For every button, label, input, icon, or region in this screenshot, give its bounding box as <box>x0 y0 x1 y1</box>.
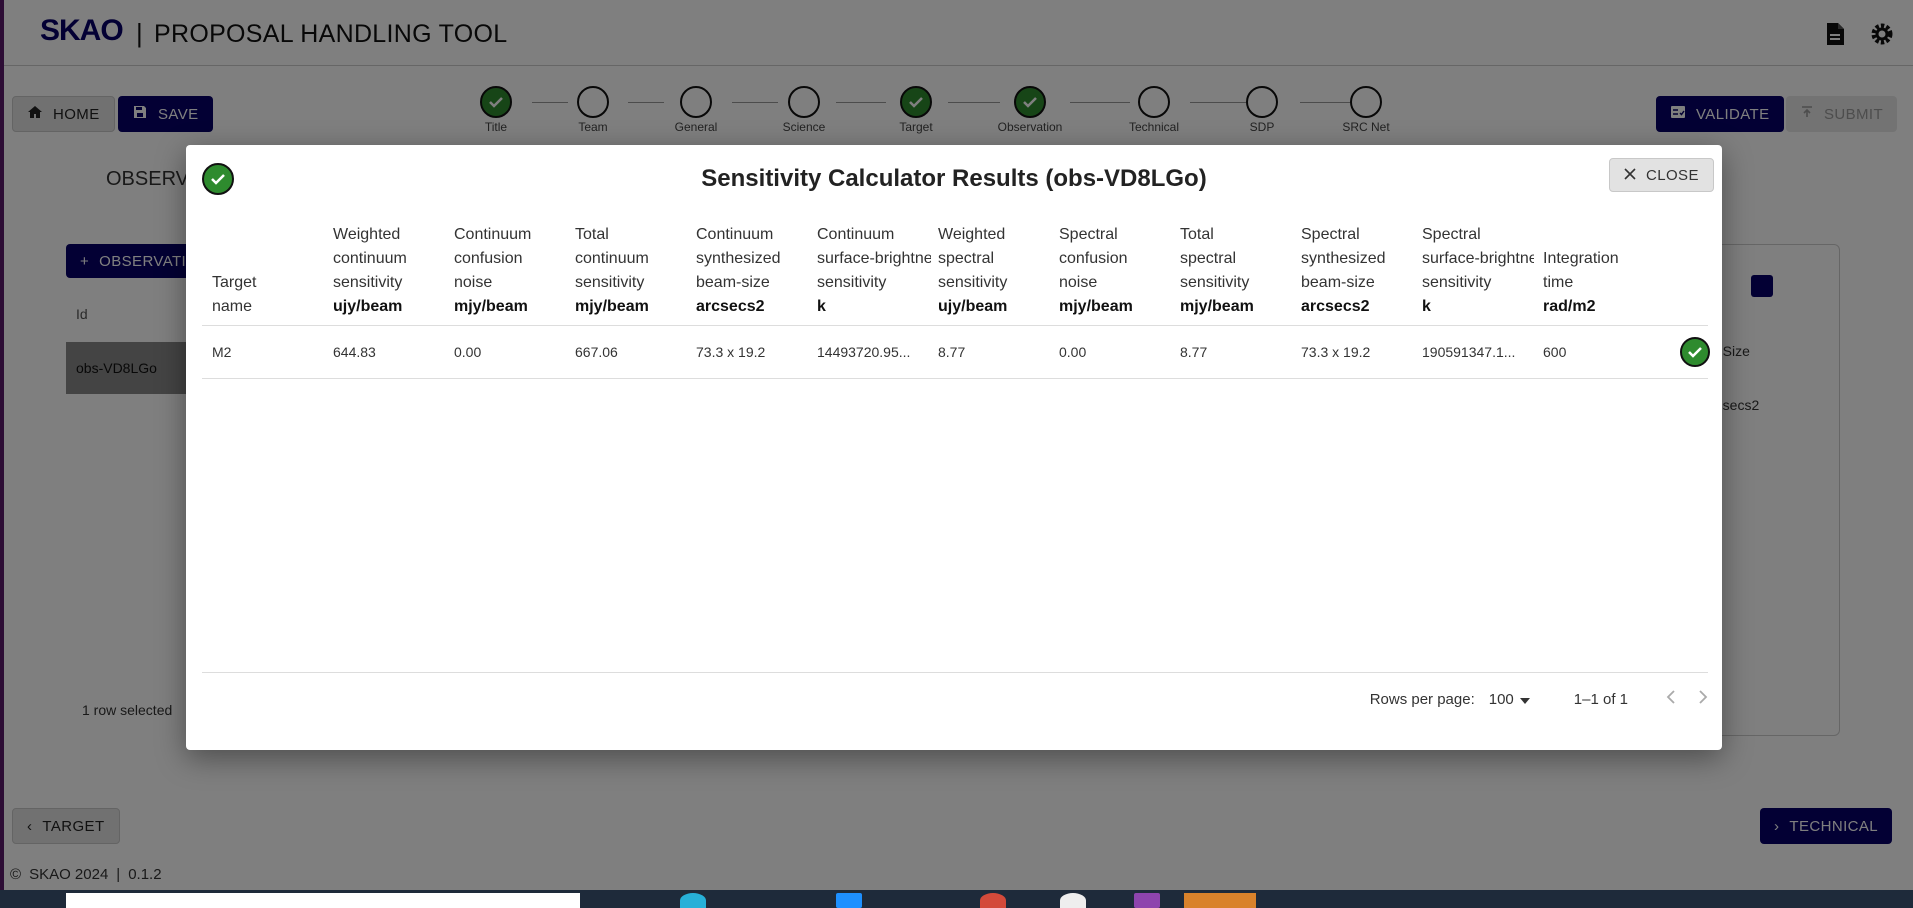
pagination: Rows per page: 100 1–1 of 1 <box>1370 690 1708 708</box>
header-unit: k <box>1422 298 1431 315</box>
header-line: sensitivity <box>1180 274 1250 291</box>
column-header-target-name[interactable]: Target name <box>212 271 330 319</box>
header-line: Integration <box>1543 250 1619 267</box>
cell-integration-time: 600 <box>1543 344 1567 360</box>
table-footer-divider <box>202 672 1708 673</box>
column-header-weighted-spectral-sensitivity[interactable]: Weighted spectral sensitivity ujy/beam <box>938 223 1056 319</box>
header-unit: ujy/beam <box>333 298 403 315</box>
header-line: Continuum <box>817 226 895 243</box>
header-line: sensitivity <box>1422 274 1492 291</box>
taskbar-search[interactable] <box>66 893 580 908</box>
header-unit: mjy/beam <box>1059 298 1133 315</box>
header-unit: arcsecs2 <box>696 298 765 315</box>
cell-spectral-surface-brightness: 190591347.1... <box>1422 344 1516 360</box>
header-line: continuum <box>575 250 649 267</box>
header-line: Weighted <box>333 226 401 243</box>
header-unit: mjy/beam <box>575 298 649 315</box>
header-line: surface-brightne <box>1422 250 1534 267</box>
header-unit: arcsecs2 <box>1301 298 1370 315</box>
caret-down-icon <box>1519 691 1530 708</box>
cell-weighted-spectral-sensitivity: 8.77 <box>938 344 966 360</box>
column-header-total-continuum-sensitivity[interactable]: Total continuum sensitivity mjy/beam <box>575 223 693 319</box>
header-line: name <box>212 298 253 315</box>
close-button[interactable]: CLOSE <box>1609 158 1714 192</box>
header-line: noise <box>454 274 493 291</box>
column-header-weighted-continuum-sensitivity[interactable]: Weighted continuum sensitivity ujy/beam <box>333 223 451 319</box>
header-unit: mjy/beam <box>1180 298 1254 315</box>
cell-total-continuum-sensitivity: 667.06 <box>575 344 618 360</box>
cell-spectral-confusion-noise: 0.00 <box>1059 344 1087 360</box>
header-line: time <box>1543 274 1574 291</box>
close-icon <box>1624 167 1636 184</box>
rows-per-page-select[interactable]: 100 <box>1489 691 1530 708</box>
header-line: Total <box>1180 226 1214 243</box>
sensitivity-results-dialog: Sensitivity Calculator Results (obs-VD8L… <box>186 145 1722 750</box>
header-line: Continuum <box>454 226 532 243</box>
header-line: Spectral <box>1422 226 1481 243</box>
header-line: spectral <box>938 250 995 267</box>
close-label: CLOSE <box>1646 166 1699 184</box>
check-circle-icon <box>1680 337 1710 367</box>
taskbar-app-icon[interactable] <box>1134 893 1160 908</box>
table-row[interactable]: M2 644.83 0.00 667.06 73.3 x 19.2 144937… <box>202 326 1710 379</box>
header-line: beam-size <box>1301 274 1375 291</box>
header-line: synthesized <box>1301 250 1386 267</box>
rows-per-page-label: Rows per page: <box>1369 690 1475 708</box>
header-line: confusion <box>454 250 523 267</box>
column-header-spectral-confusion-noise[interactable]: Spectral confusion noise mjy/beam <box>1059 223 1177 319</box>
header-line: Target <box>212 274 257 291</box>
page-range: 1–1 of 1 <box>1573 690 1628 708</box>
column-header-continuum-synthesized-beam-size[interactable]: Continuum synthesized beam-size arcsecs2 <box>696 223 814 319</box>
column-header-continuum-surface-brightness-sensitivity[interactable]: Continuum surface-brightne sensitivity k <box>817 223 931 319</box>
header-line: Spectral <box>1059 226 1118 243</box>
header-unit: mjy/beam <box>454 298 528 315</box>
cell-continuum-beam-size: 73.3 x 19.2 <box>696 344 766 360</box>
cell-continuum-surface-brightness: 14493720.95... <box>817 344 911 360</box>
cell-spectral-beam-size: 73.3 x 19.2 <box>1301 344 1371 360</box>
column-header-spectral-surface-brightness-sensitivity[interactable]: Spectral surface-brightne sensitivity k <box>1422 223 1534 319</box>
taskbar-app-icon[interactable] <box>1184 893 1256 908</box>
header-line: noise <box>1059 274 1098 291</box>
results-table: Target name Weighted continuum sensitivi… <box>202 223 1710 379</box>
header-line: spectral <box>1180 250 1237 267</box>
header-unit: rad/m2 <box>1543 298 1596 315</box>
cell-total-spectral-sensitivity: 8.77 <box>1180 344 1208 360</box>
taskbar-app-icon[interactable] <box>1060 893 1086 908</box>
chevron-left-icon[interactable] <box>1666 690 1676 708</box>
header-line: sensitivity <box>575 274 645 291</box>
cell-continuum-confusion-noise: 0.00 <box>454 344 482 360</box>
taskbar-app-icon[interactable] <box>980 893 1006 908</box>
column-header-total-spectral-sensitivity[interactable]: Total spectral sensitivity mjy/beam <box>1180 223 1298 319</box>
chevron-right-icon[interactable] <box>1698 690 1708 708</box>
header-line: sensitivity <box>817 274 887 291</box>
header-line: Continuum <box>696 226 774 243</box>
header-line: continuum <box>333 250 407 267</box>
column-header-continuum-confusion-noise[interactable]: Continuum confusion noise mjy/beam <box>454 223 572 319</box>
cell-weighted-continuum-sensitivity: 644.83 <box>333 344 376 360</box>
table-header: Target name Weighted continuum sensitivi… <box>202 223 1708 326</box>
header-line: sensitivity <box>333 274 403 291</box>
header-line: sensitivity <box>938 274 1008 291</box>
header-unit: k <box>817 298 826 315</box>
header-line: synthesized <box>696 250 781 267</box>
header-line: Total <box>575 226 609 243</box>
column-header-spectral-synthesized-beam-size[interactable]: Spectral synthesized beam-size arcsecs2 <box>1301 223 1419 319</box>
header-line: surface-brightne <box>817 250 931 267</box>
header-line: Weighted <box>938 226 1006 243</box>
taskbar-app-icon[interactable] <box>836 893 862 908</box>
dialog-title: Sensitivity Calculator Results (obs-VD8L… <box>701 165 1207 192</box>
taskbar-app-icon[interactable] <box>680 893 706 908</box>
header-line: beam-size <box>696 274 770 291</box>
column-header-integration-time[interactable]: Integration time rad/m2 <box>1543 247 1661 319</box>
cell-target-name: M2 <box>212 344 232 360</box>
rows-per-page-value: 100 <box>1488 690 1514 708</box>
header-line: confusion <box>1059 250 1128 267</box>
header-line: Spectral <box>1301 226 1360 243</box>
header-unit: ujy/beam <box>938 298 1008 315</box>
